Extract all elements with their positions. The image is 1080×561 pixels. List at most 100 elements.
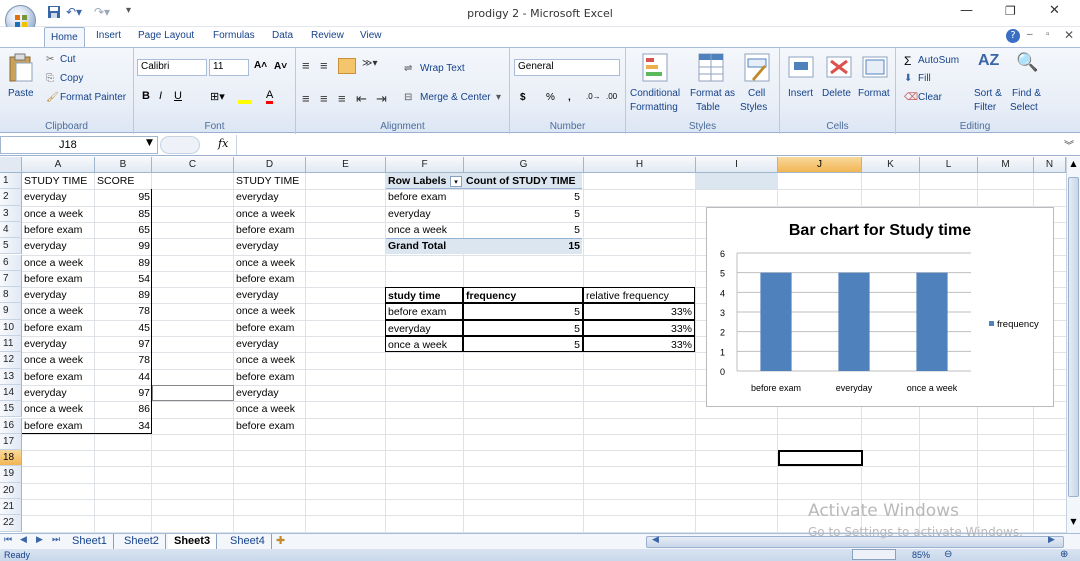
tab-formulas[interactable]: Formulas xyxy=(213,30,255,41)
table-cell[interactable]: once a week xyxy=(234,206,306,222)
grow-font-icon[interactable]: A˄ xyxy=(254,60,267,71)
vertical-scroll-thumb[interactable] xyxy=(1068,177,1079,497)
table-cell[interactable]: everyday xyxy=(234,385,306,401)
formula-bar-handle[interactable] xyxy=(160,136,200,154)
increase-decimal-icon[interactable]: .0→ xyxy=(586,92,601,101)
row-header[interactable]: 9 xyxy=(0,303,22,320)
column-header[interactable]: K xyxy=(862,157,920,173)
tab-insert[interactable]: Insert xyxy=(96,30,121,41)
pivot-row-label[interactable]: before exam xyxy=(386,189,464,205)
table-cell[interactable]: STUDY TIME xyxy=(22,173,95,189)
column-header[interactable]: H xyxy=(584,157,696,173)
row-header[interactable]: 16 xyxy=(0,417,22,434)
table-cell[interactable]: before exam xyxy=(234,320,306,336)
pivot-row-value[interactable]: 5 xyxy=(464,206,582,222)
column-header[interactable]: B xyxy=(95,157,152,173)
sheet-tab-sheet3[interactable]: Sheet3 xyxy=(168,534,218,549)
currency-button[interactable]: $ xyxy=(520,92,526,103)
paste-icon[interactable] xyxy=(8,53,34,83)
column-header[interactable]: J xyxy=(778,157,862,173)
insert-button[interactable]: Insert xyxy=(788,88,813,99)
table-cell[interactable]: before exam xyxy=(234,369,306,385)
row-header[interactable]: 17 xyxy=(0,433,22,451)
find-select-button[interactable]: Find & xyxy=(1012,88,1041,99)
pivot-row-value[interactable]: 5 xyxy=(464,189,582,205)
table-cell[interactable]: once a week xyxy=(234,303,306,319)
copy-button[interactable]: Copy xyxy=(60,73,83,84)
freq-table-cell[interactable]: 33% xyxy=(583,336,695,353)
tab-home[interactable]: Home xyxy=(44,27,85,48)
clear-button[interactable]: Clear xyxy=(918,92,942,103)
table-cell[interactable]: everyday xyxy=(234,189,306,205)
freq-table-cell[interactable]: once a week xyxy=(385,336,463,353)
scroll-left-icon[interactable]: ◀ xyxy=(652,535,659,545)
tab-view[interactable]: View xyxy=(360,30,382,41)
sheet-nav-prev-icon[interactable]: ◀ xyxy=(20,535,27,545)
row-header[interactable]: 20 xyxy=(0,482,22,499)
row-header[interactable]: 8 xyxy=(0,287,22,304)
conditional-formatting-button[interactable]: Conditional xyxy=(630,88,680,99)
view-buttons[interactable] xyxy=(852,549,896,560)
freq-table-cell[interactable]: 5 xyxy=(463,319,583,336)
conditional-formatting-label2[interactable]: Formatting xyxy=(630,102,678,113)
tab-page-layout[interactable]: Page Layout xyxy=(138,30,194,41)
zoom-level[interactable]: 85% xyxy=(912,550,930,560)
column-header[interactable]: G xyxy=(464,157,584,173)
freq-table-cell[interactable]: 5 xyxy=(463,336,583,353)
fill-button[interactable]: Fill xyxy=(918,73,931,84)
column-header[interactable]: I xyxy=(696,157,778,173)
table-cell[interactable]: SCORE xyxy=(95,173,152,189)
autosum-button[interactable]: AutoSum xyxy=(918,55,959,66)
ribbon-restore-icon[interactable]: ▫ xyxy=(1046,29,1050,40)
selected-cell[interactable] xyxy=(778,450,863,467)
formula-input[interactable] xyxy=(236,135,1060,155)
format-as-table-label2[interactable]: Table xyxy=(696,102,720,113)
column-header[interactable]: L xyxy=(920,157,978,173)
column-header[interactable]: N xyxy=(1034,157,1066,173)
row-header[interactable]: 2 xyxy=(0,189,22,206)
font-size-select[interactable]: 11 xyxy=(209,59,249,76)
bar-chart[interactable]: Bar chart for Study time 0 1 2 3 4 5 6 before ex… xyxy=(706,207,1054,407)
worksheet-grid[interactable]: A B C D E F G H I J K L M N 1 2 3 4 5 6 7 8 9 10 11 12 13 14 15 16 17 1… xyxy=(0,157,1066,533)
freq-table-cell[interactable]: everyday xyxy=(385,319,463,336)
table-cell[interactable]: everyday xyxy=(234,287,306,303)
scroll-right-icon[interactable]: ▶ xyxy=(1048,535,1055,545)
format-button[interactable]: Format xyxy=(858,88,890,99)
align-right-icon[interactable]: ≡ xyxy=(338,91,346,106)
number-format-select[interactable]: General xyxy=(514,59,620,76)
table-cell[interactable]: before exam xyxy=(234,222,306,238)
vertical-scrollbar[interactable]: ▲ ▼ xyxy=(1066,157,1080,533)
borders-icon[interactable]: ⊞▾ xyxy=(210,90,225,103)
format-as-table-button[interactable]: Format as xyxy=(690,88,735,99)
column-header[interactable]: D xyxy=(234,157,306,173)
cut-button[interactable]: Cut xyxy=(60,54,76,65)
zoom-out-icon[interactable]: ⊖ xyxy=(944,549,952,560)
delete-button[interactable]: Delete xyxy=(822,88,851,99)
ribbon-close-icon[interactable]: ✕ xyxy=(1064,28,1074,42)
decrease-indent-icon[interactable]: ⇤ xyxy=(356,91,367,107)
freq-table-header[interactable]: frequency xyxy=(463,287,583,304)
freq-table-cell[interactable]: before exam xyxy=(385,303,463,320)
comma-button[interactable]: , xyxy=(568,92,571,103)
merge-center-button[interactable]: Merge & Center xyxy=(420,92,491,103)
table-cell[interactable]: once a week xyxy=(234,401,306,417)
name-box-dropdown-icon[interactable]: ▼ xyxy=(146,138,153,148)
column-header[interactable]: A xyxy=(22,157,95,173)
chart-bar[interactable] xyxy=(838,272,870,371)
row-header[interactable]: 18 xyxy=(0,450,22,467)
row-header[interactable]: 15 xyxy=(0,401,22,418)
pivot-total-label[interactable]: Grand Total xyxy=(386,238,464,254)
align-center-icon[interactable]: ≡ xyxy=(320,91,328,106)
help-icon[interactable]: ? xyxy=(1006,29,1020,43)
tab-data[interactable]: Data xyxy=(272,30,293,41)
minimize-icon[interactable]: — xyxy=(960,3,973,18)
table-cell[interactable]: STUDY TIME xyxy=(234,173,306,189)
row-header[interactable]: 11 xyxy=(0,336,22,353)
column-header[interactable]: M xyxy=(978,157,1034,173)
sort-filter-label2[interactable]: Filter xyxy=(974,102,996,113)
insert-function-icon[interactable]: fx xyxy=(218,137,228,150)
table-cell[interactable]: before exam xyxy=(234,418,306,434)
sheet-tab-sheet1[interactable]: Sheet1 xyxy=(66,534,114,549)
filter-dropdown-icon[interactable]: ▾ xyxy=(450,176,462,187)
row-header[interactable]: 7 xyxy=(0,270,22,288)
